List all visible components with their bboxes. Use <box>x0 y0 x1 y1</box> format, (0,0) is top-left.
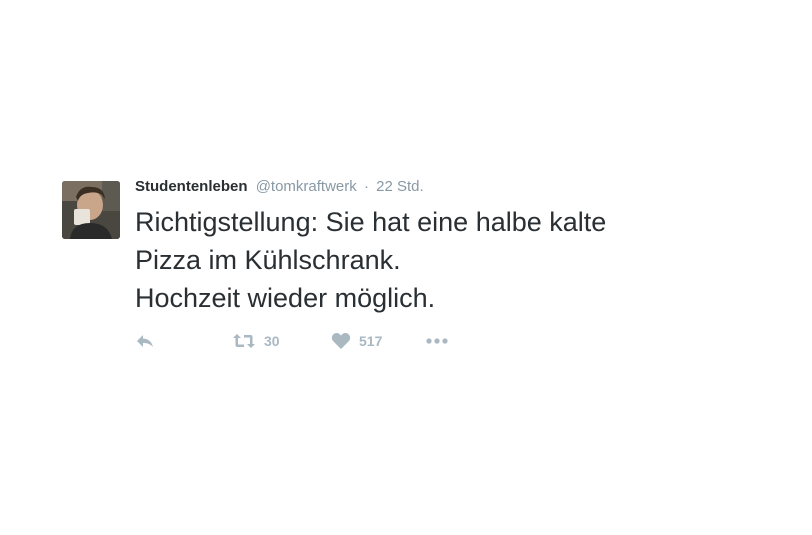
reply-icon <box>137 335 153 347</box>
heart-icon <box>331 333 351 349</box>
avatar[interactable] <box>62 181 120 239</box>
reply-button[interactable] <box>135 329 155 353</box>
like-button[interactable]: 517 <box>331 329 382 353</box>
like-count: 517 <box>359 333 383 349</box>
more-dots-icon <box>426 338 448 344</box>
tweet-timestamp[interactable]: 22 Std. <box>376 178 424 195</box>
header-separator: · <box>363 178 369 195</box>
tweet-text-line: Richtigstellung: Sie hat eine halbe kalt… <box>135 207 607 237</box>
tweet-actions: 30 517 <box>135 329 535 353</box>
author-name[interactable]: Studentenleben <box>135 178 248 195</box>
tweet-content: Studentenleben @tomkraftwerk · 22 Std. R… <box>135 177 775 349</box>
avatar-photo <box>62 181 120 239</box>
tweet-text: Richtigstellung: Sie hat eine halbe kalt… <box>135 203 775 317</box>
tweet-text-line: Hochzeit wieder möglich. <box>135 283 436 313</box>
retweet-count: 30 <box>264 333 280 349</box>
author-handle[interactable]: @tomkraftwerk <box>256 178 357 195</box>
tweet-text-line: Pizza im Kühlschrank. <box>135 245 401 275</box>
more-button[interactable] <box>426 329 448 353</box>
tweet-header: Studentenleben @tomkraftwerk · 22 Std. <box>135 177 775 197</box>
retweet-icon <box>233 334 255 348</box>
retweet-button[interactable]: 30 <box>232 329 280 353</box>
